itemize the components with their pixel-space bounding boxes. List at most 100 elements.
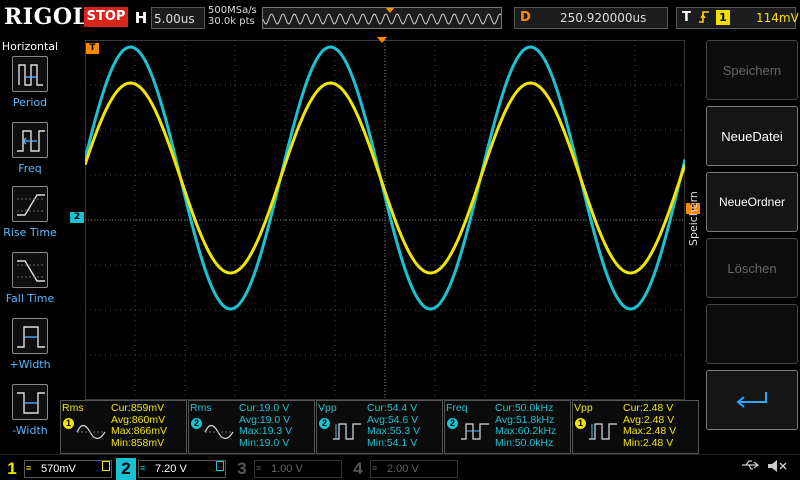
trigger-source-badge: 1 — [716, 10, 730, 25]
channel-1-control[interactable]: 1 570mV ≡ — [2, 458, 114, 480]
sample-rate: 500MSa/s — [208, 5, 257, 16]
measurement-min: Min:858mV — [111, 436, 165, 449]
measurement-item[interactable]: Rms 1 Cur:859mV Avg:860mV Max:866mV Min:858mV — [60, 400, 187, 454]
empty-softkey[interactable] — [706, 304, 798, 364]
measurement-name: Vpp — [574, 402, 593, 414]
rise-time-label: Rise Time — [3, 226, 57, 239]
save-menu-title: Speichern — [687, 191, 700, 246]
measurement-min: Min:2.48 V — [623, 436, 674, 449]
measurement-name: Rms — [190, 402, 212, 414]
trigger-position-marker[interactable] — [375, 36, 391, 46]
coupling-icon: ≡ — [26, 463, 32, 473]
measurement-type-icon — [204, 424, 234, 440]
frequency-icon — [12, 122, 48, 158]
timebase-value: 5.00us — [154, 12, 195, 26]
waveform-display[interactable] — [85, 40, 685, 400]
measurement-name: Vpp — [318, 402, 337, 414]
measurement-max: Max:2.48 V — [623, 425, 677, 437]
channel-scale: 2.00 V — [370, 460, 458, 478]
run-stop-status[interactable]: STOP — [84, 7, 128, 27]
measurement-type-icon — [76, 424, 106, 440]
measure-freq-item[interactable]: Freq — [0, 122, 60, 184]
bandwidth-limit-icon — [216, 461, 224, 471]
rise-time-icon — [12, 186, 48, 222]
new-folder-softkey[interactable]: NeueOrdner — [706, 172, 798, 232]
measure-period-item[interactable]: Period — [0, 56, 60, 118]
new-file-label: NeueDatei — [721, 128, 783, 144]
bandwidth-limit-icon — [102, 461, 110, 471]
delete-label: Löschen — [727, 260, 777, 276]
measurement-current: Cur:54.4 V — [367, 402, 418, 414]
memory-trigger-marker — [385, 8, 395, 13]
speaker-mute-icon[interactable] — [766, 458, 788, 478]
measurement-item[interactable]: Vpp 2 Cur:54.4 V Avg:54.6 V Max:55.3 V Min:54… — [316, 400, 443, 454]
measure-positive-width-item[interactable]: +Width — [0, 318, 60, 380]
measure-negative-width-item[interactable]: -Width — [0, 384, 60, 446]
save-softkey[interactable]: Speichern — [706, 40, 798, 100]
channel-2-control[interactable]: 2 7.20 V ≡ — [116, 458, 228, 480]
positive-width-icon — [12, 318, 48, 354]
measurement-current: Cur:19.0 V — [239, 402, 290, 414]
measurement-channel-badge: 2 — [191, 418, 202, 429]
period-label: Period — [12, 96, 48, 109]
freq-label: Freq — [18, 162, 42, 175]
delete-softkey[interactable]: Löschen — [706, 238, 798, 298]
channel-number: 3 — [237, 459, 247, 478]
measurement-item[interactable]: Freq 2 Cur:50.0kHz Avg:51.8kHz Max:60.2kHz Mi… — [444, 400, 571, 454]
measurement-channel-badge: 2 — [319, 418, 330, 429]
channel-scale: 7.20 V — [138, 460, 226, 478]
fall-time-icon — [12, 252, 48, 288]
measurement-min: Min:54.1 V — [367, 436, 418, 449]
trigger-label: T — [682, 10, 691, 25]
menu-title: Horizontal — [1, 40, 59, 53]
memory-depth: 30.0k pts — [208, 16, 255, 27]
channel-number: 1 — [7, 459, 17, 478]
channel-3-control[interactable]: 3 1.00 V ≡ — [232, 458, 344, 480]
measurement-current: Cur:859mV — [111, 402, 165, 414]
measurement-type-icon — [589, 423, 617, 440]
save-menu: Speichern Speichern NeueDatei NeueOrdner… — [686, 38, 800, 454]
channel-status-bar: 1 570mV ≡ 2 7.20 V ≡ 3 1.00 V ≡ 4 2.00 V ≡ — [0, 454, 800, 480]
delay-value: 250.920000us — [560, 11, 647, 25]
menu-title-vertical: Speichern — [686, 146, 704, 246]
measurement-max: Max:19.3 V — [239, 425, 293, 437]
measure-rise-time-item[interactable]: Rise Time — [0, 186, 60, 248]
coupling-icon: ≡ — [372, 463, 378, 473]
measurement-name: Freq — [446, 402, 468, 414]
new-file-softkey[interactable]: NeueDatei — [706, 106, 798, 166]
fall-time-label: Fall Time — [5, 292, 55, 305]
negative-width-icon — [12, 384, 48, 420]
measurement-min: Min:19.0 V — [239, 436, 290, 449]
channel-4-control[interactable]: 4 2.00 V ≡ — [348, 458, 460, 480]
memory-waveform-preview — [263, 13, 501, 25]
period-icon — [12, 56, 48, 92]
measurement-current: Cur:2.48 V — [623, 402, 674, 414]
measurement-max: Max:55.3 V — [367, 425, 421, 437]
measurement-type-icon — [461, 423, 489, 440]
acquisition-info: 500MSa/s 30.0k pts — [208, 5, 257, 27]
channel-2-offset-marker[interactable]: 2 — [70, 212, 84, 223]
trigger-level-value: 114mV — [756, 11, 799, 25]
measurement-item[interactable]: Vpp 1 Cur:2.48 V Avg:2.48 V Max:2.48 V Min:2.… — [572, 400, 699, 454]
measurement-channel-badge: 1 — [63, 418, 74, 429]
measurement-channel-badge: 2 — [447, 418, 458, 429]
measurement-channel-badge: 1 — [575, 418, 586, 429]
rigol-logo: RIGOL — [4, 4, 89, 30]
measurement-max: Max:866mV — [111, 425, 168, 437]
measurement-type-icon — [333, 423, 361, 440]
coupling-icon: ≡ — [140, 463, 146, 473]
channel-scale: 570mV — [24, 460, 112, 478]
enter-softkey[interactable] — [706, 370, 798, 430]
measurement-min: Min:50.0kHz — [495, 436, 554, 449]
negative-width-label: -Width — [12, 424, 48, 437]
usb-icon — [740, 458, 760, 476]
measure-fall-time-item[interactable]: Fall Time — [0, 252, 60, 314]
measurement-current: Cur:50.0kHz — [495, 402, 554, 414]
measurement-max: Max:60.2kHz — [495, 425, 557, 437]
top-status-bar: RIGOL STOP H 5.00us 500MSa/s 30.0k pts D… — [0, 0, 800, 36]
horizontal-measure-menu: Horizontal Period Freq Rise Time Fall Ti… — [0, 36, 60, 454]
measurement-item[interactable]: Rms 2 Cur:19.0 V Avg:19.0 V Max:19.3 V Min:19… — [188, 400, 315, 454]
rising-edge-icon — [698, 9, 710, 29]
trigger-top-marker[interactable]: T — [86, 43, 99, 54]
horizontal-label: H — [132, 7, 150, 29]
